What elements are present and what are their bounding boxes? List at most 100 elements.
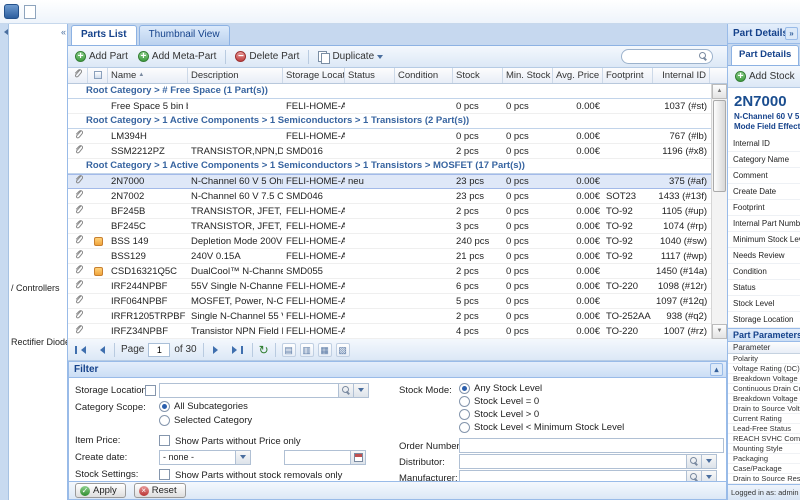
refresh-icon[interactable]: ↻ [259,344,269,356]
app-icon[interactable] [4,4,19,19]
storage-location-checkbox[interactable] [145,385,156,396]
add-meta-part-button[interactable]: + Add Meta-Part [135,50,219,63]
part-row[interactable]: BF245B TRANSISTOR, JFET, N, TO-...FELI-HO… [68,204,727,219]
chevron-down-icon [706,459,712,466]
cell-min-stock: 0 pcs [506,191,529,202]
attachment-icon [74,130,83,143]
tree-collapse-icon[interactable]: « [61,28,66,37]
dropdown-trigger[interactable] [235,451,250,464]
distributor-input[interactable] [459,454,717,469]
part-row[interactable]: SSM2212PZ TRANSISTOR,NPN,DUAL,A...SMD016 2… [68,144,727,159]
category-scope-option[interactable]: All Subcategories [159,399,252,413]
search-icon[interactable] [699,52,708,61]
column-header-attachments[interactable] [68,68,88,83]
cell-footprint [603,129,653,143]
scroll-down-icon[interactable]: ▼ [712,324,727,339]
document-icon[interactable] [24,4,36,19]
manufacturer-input[interactable] [459,470,717,481]
column-header-stock[interactable]: Stock [453,68,503,83]
dropdown-trigger[interactable] [701,455,716,468]
tree-node[interactable]: Rectifier Diodes [11,337,67,347]
part-row[interactable]: IRF064NPBF MOSFET, Power, N-Ch; VD...FELI… [68,294,727,309]
parameter-column-header[interactable]: Parameter [728,342,800,354]
create-date-select[interactable]: - none - [159,450,251,465]
part-row[interactable]: IRF244NPBF 55V Single N-Channel HEX...FEL… [68,279,727,294]
flag-cell [88,174,108,188]
part-row[interactable]: IRFZ34NPBF Transistor NPN Field Effect...… [68,324,727,339]
apply-button[interactable]: ✓ Apply [75,483,126,498]
flag-cell [88,234,108,248]
column-header-avg-price[interactable]: Avg. Price [553,68,603,83]
scrollbar-thumb[interactable] [713,100,726,192]
delete-part-button[interactable]: − Delete Part [232,50,302,63]
part-row[interactable]: IRFR1205TRPBF Single N-Channel 55 V 107..… [68,309,727,324]
tab-thumbnail-view[interactable]: Thumbnail View [138,25,230,45]
storage-location-input[interactable] [159,383,369,398]
part-row[interactable]: BF245C TRANSISTOR, JFET, N, TO-...FELI-HO… [68,219,727,234]
tree-node[interactable]: / Controllers [11,283,60,293]
add-part-button[interactable]: + Add Part [72,50,131,63]
part-row[interactable]: BSS 149 Depletion Mode 200V 0.35AFELI-HOM… [68,234,727,249]
part-row[interactable]: 2N7002 N-Channel 60 V 7.5 Ohm S...SMD046 2… [68,189,727,204]
collapsed-panel-strip[interactable] [0,24,9,500]
item-price-checkbox[interactable] [159,435,170,446]
cell-internal-id: 1450 (#14a) [656,266,708,277]
search-trigger[interactable] [686,455,701,468]
group-header[interactable]: Root Category > 1 Active Components > 1 … [68,159,727,174]
tab-part-details[interactable]: Part Details [731,45,800,65]
group-header[interactable]: Root Category > # Free Space (1 Part(s)) [68,84,727,99]
stock-settings-checkbox[interactable] [159,469,170,480]
stock-mode-option[interactable]: Any Stock Level [459,382,624,395]
column-header-flag[interactable] [88,68,108,83]
column-header-condition[interactable]: Condition [395,68,453,83]
order-number-input[interactable] [459,438,724,453]
search-trigger[interactable] [686,471,701,481]
part-row[interactable]: BSS129 240V 0.15A FELI-HOME-A085 21 pcs 0 pc… [68,249,727,264]
grid-settings-icon[interactable]: ▧ [335,342,350,357]
prev-page-icon[interactable] [92,342,108,358]
cell-footprint: TO-220 [606,326,639,337]
column-header-status[interactable]: Status [345,68,395,83]
add-stock-button[interactable]: + Add Stock [732,70,798,83]
part-row[interactable]: CSD16321Q5C DualCool™ N-Channel Nex...SMD… [68,264,727,279]
column-header-name[interactable]: Name ▲ [108,68,188,83]
cell-min-stock: 0 pcs [506,236,529,247]
create-date-input[interactable] [284,450,366,465]
part-row[interactable]: Free Space 5 bin box x3 FELI-HOME-A058 0 p… [68,99,727,114]
search-trigger[interactable] [338,384,353,397]
first-page-icon[interactable] [72,342,88,358]
stock-mode-option[interactable]: Stock Level < Minimum Stock Level [459,421,624,434]
add-stock-label: Add Stock [749,71,795,82]
page-input[interactable] [148,342,171,357]
dropdown-trigger[interactable] [701,471,716,481]
calendar-trigger[interactable] [350,451,365,464]
grid-view-icon[interactable]: ▦ [317,342,332,357]
search-icon [689,457,699,466]
tab-parts-list[interactable]: Parts List [71,25,137,45]
expand-panel-icon[interactable]: » [785,27,798,40]
group-header[interactable]: Root Category > 1 Active Components > 1 … [68,114,727,129]
dropdown-trigger[interactable] [353,384,368,397]
expand-groups-icon[interactable]: ▤ [281,342,296,357]
last-page-icon[interactable] [230,342,246,358]
column-header-description[interactable]: Description [188,68,283,83]
column-header-min-stock[interactable]: Min. Stock [503,68,553,83]
stock-mode-option[interactable]: Stock Level = 0 [459,395,624,408]
column-header-internal-id[interactable]: Internal ID [653,68,710,83]
duplicate-button[interactable]: Duplicate [315,50,386,64]
next-page-icon[interactable] [210,342,226,358]
part-row[interactable]: 2N7000 N-Channel 60 V 5 Ohm En...FELI-HOM… [68,174,727,189]
column-header-footprint[interactable]: Footprint [603,68,653,83]
collapse-groups-icon[interactable]: ▥ [299,342,314,357]
stock-mode-option[interactable]: Stock Level > 0 [459,408,624,421]
grid-scrollbar[interactable]: ▲ ▼ [711,84,727,339]
reset-button[interactable]: × Reset [133,483,186,498]
category-tree[interactable]: « / Controllers Rectifier Diodes [9,24,68,500]
scroll-up-icon[interactable]: ▲ [712,84,727,99]
collapse-filter-icon[interactable]: ▴ [710,363,723,376]
column-header-storage-location[interactable]: Storage Location [283,68,345,83]
parts-search-input[interactable] [626,51,696,62]
category-scope-option[interactable]: Selected Category [159,413,252,427]
cell-status [345,129,395,143]
part-row[interactable]: LM394H FELI-HOME-A094 0 pcs 0 pcs 0.00€ 767 (… [68,129,727,144]
